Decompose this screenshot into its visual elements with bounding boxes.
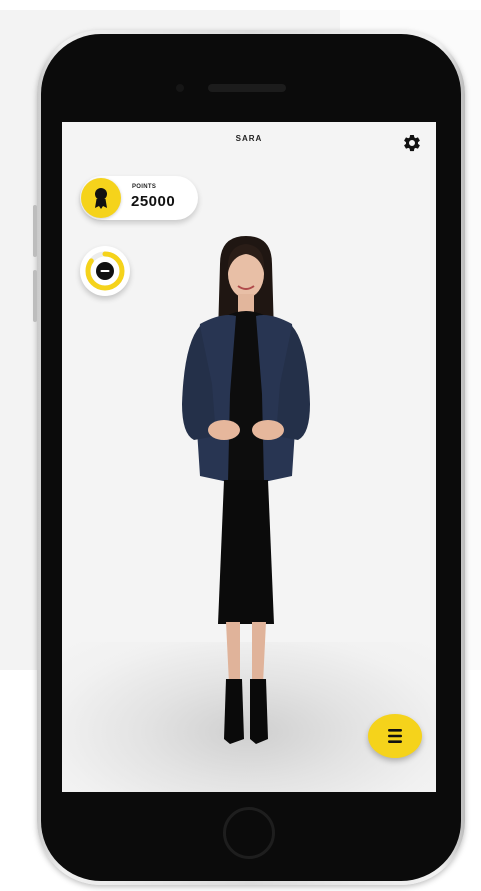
app-title: SARA [235, 134, 263, 143]
points-badge [81, 178, 121, 218]
volume-down-button [33, 270, 37, 322]
volume-up-button [33, 205, 37, 257]
home-button[interactable] [223, 807, 275, 859]
points-label: POINTS [132, 184, 157, 190]
earpiece-speaker [208, 84, 286, 92]
app-screen: SARA POINTS 25000 [62, 122, 436, 792]
points-value: 25000 [131, 193, 176, 210]
points-card[interactable]: POINTS 25000 [80, 176, 198, 220]
menu-button[interactable] [368, 714, 422, 758]
gear-icon [404, 134, 420, 152]
settings-button[interactable] [402, 133, 422, 153]
award-medal-icon [95, 188, 107, 209]
hamburger-menu-icon [388, 729, 402, 743]
progress-ring [85, 251, 125, 291]
progress-indicator[interactable] [80, 246, 130, 296]
avatar-face-icon [96, 262, 114, 280]
front-camera [176, 84, 184, 92]
avatar-person [182, 236, 310, 744]
